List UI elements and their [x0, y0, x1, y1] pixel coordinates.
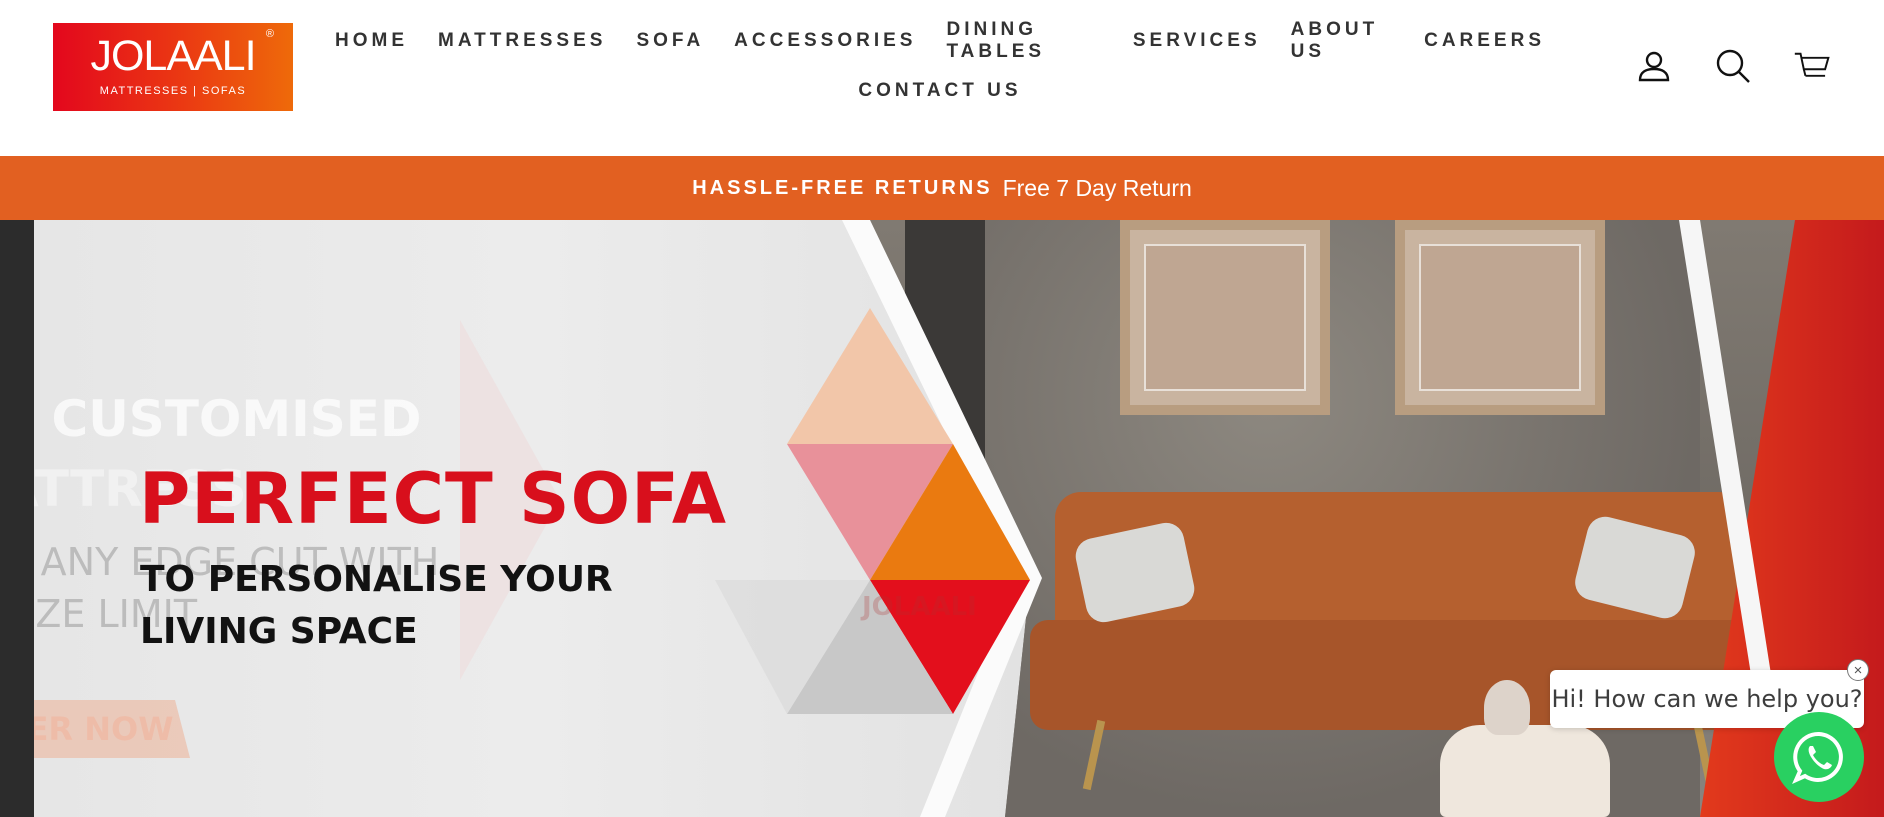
nav-item-sofa[interactable]: SOFA: [621, 30, 719, 52]
nav-row-2: CONTACT US: [320, 66, 1560, 116]
logo-wordmark: JOLAALI: [90, 32, 256, 80]
triangle-peach: [787, 308, 953, 444]
announcement-bar: HASSLE-FREE RETURNS Free 7 Day Return: [0, 156, 1884, 220]
nav-item-home[interactable]: HOME: [320, 30, 423, 52]
hero-subtitle-line-1: TO PERSONALISE YOUR: [140, 559, 613, 600]
whatsapp-button[interactable]: [1774, 712, 1864, 802]
nav-item-mattresses[interactable]: MATTRESSES: [423, 30, 621, 52]
account-icon[interactable]: [1636, 46, 1672, 86]
announcement-text: Free 7 Day Return: [1002, 174, 1192, 201]
close-icon: ×: [1853, 661, 1863, 679]
site-header: JOLAALI ® MATTRESSES | SOFAS HOME MATTRE…: [0, 0, 1884, 156]
cart-icon[interactable]: [1794, 46, 1830, 86]
hero-title: PERFECT SOFA: [139, 458, 728, 540]
announcement-heading: HASSLE-FREE RETURNS: [692, 176, 993, 199]
nav-item-accessories[interactable]: ACCESSORIES: [719, 30, 931, 52]
registered-mark: ®: [265, 28, 274, 40]
nav-item-careers[interactable]: CAREERS: [1409, 30, 1560, 52]
hero-subtitle: TO PERSONALISE YOUR LIVING SPACE: [140, 554, 613, 658]
logo-tagline: MATTRESSES | SOFAS: [99, 85, 247, 97]
main-nav: HOME MATTRESSES SOFA ACCESSORIES DINING …: [320, 16, 1560, 116]
search-icon[interactable]: [1715, 46, 1751, 86]
hero-subtitle-line-2: LIVING SPACE: [140, 611, 418, 652]
nav-item-contact-us[interactable]: CONTACT US: [843, 80, 1036, 102]
hero-watermark: JOLAALI: [862, 592, 977, 622]
brand-logo[interactable]: JOLAALI ® MATTRESSES | SOFAS: [53, 23, 293, 111]
chat-greeting-text: Hi! How can we help you?: [1551, 685, 1863, 713]
nav-item-dining-tables[interactable]: DINING TABLES: [931, 19, 1117, 63]
nav-item-services[interactable]: SERVICES: [1118, 30, 1276, 52]
nav-row-1: HOME MATTRESSES SOFA ACCESSORIES DINING …: [320, 16, 1560, 66]
header-icons: [1636, 46, 1830, 86]
whatsapp-icon: [1792, 731, 1843, 784]
chat-close-button[interactable]: ×: [1847, 659, 1869, 681]
nav-item-about-us[interactable]: ABOUT US: [1276, 19, 1409, 63]
